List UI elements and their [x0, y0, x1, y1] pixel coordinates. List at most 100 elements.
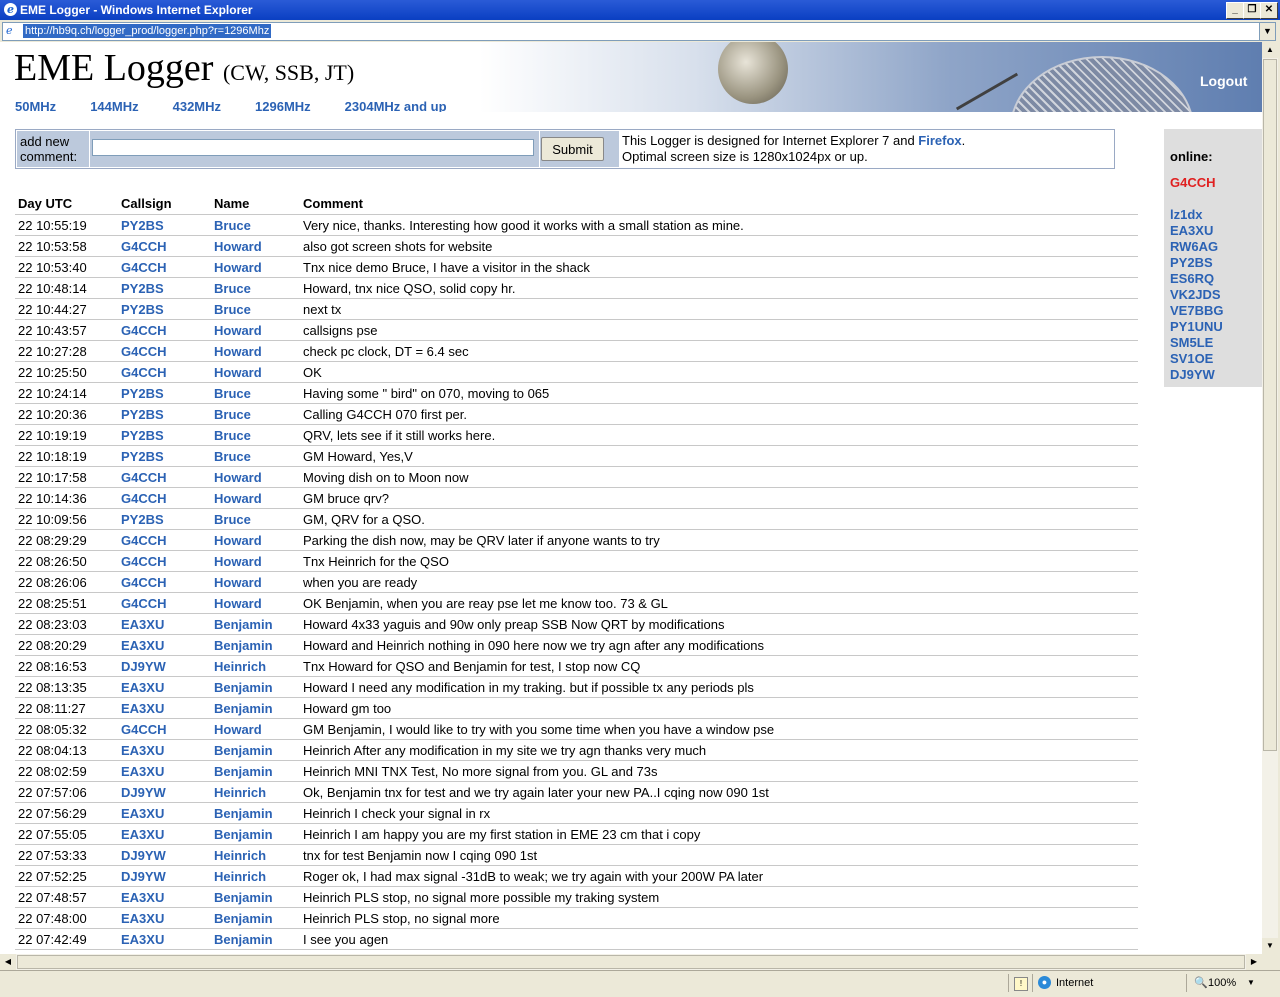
horizontal-scrollbar[interactable]: ◀ ▶ [0, 954, 1262, 970]
log-callsign-link[interactable]: EA3XU [118, 613, 211, 635]
log-callsign-link[interactable]: G4CCH [118, 256, 211, 278]
online-user-link[interactable]: RW6AG [1170, 239, 1223, 255]
log-name-link[interactable]: Benjamin [211, 739, 300, 761]
log-callsign-link[interactable]: G4CCH [118, 361, 211, 383]
log-name-link[interactable]: Howard [211, 529, 300, 551]
log-callsign-link[interactable]: DJ9YW [118, 781, 211, 803]
log-name-link[interactable]: Howard [211, 319, 300, 341]
log-callsign-link[interactable]: EA3XU [118, 739, 211, 761]
log-name-link[interactable]: Howard [211, 340, 300, 362]
log-callsign-link[interactable]: G4CCH [118, 466, 211, 488]
log-callsign-link[interactable]: DJ9YW [118, 844, 211, 866]
log-name-link[interactable]: Benjamin [211, 886, 300, 908]
online-user-link[interactable]: ES6RQ [1170, 271, 1223, 287]
zoom-level[interactable]: 100% [1208, 977, 1236, 989]
band-link-144mhz[interactable]: 144MHz [90, 99, 138, 112]
address-url[interactable]: http://hb9q.ch/logger_prod/logger.php?r=… [23, 24, 272, 38]
firefox-link[interactable]: Firefox [918, 133, 961, 148]
log-name-link[interactable]: Howard [211, 361, 300, 383]
log-callsign-link[interactable]: G4CCH [118, 571, 211, 593]
log-callsign-link[interactable]: EA3XU [118, 823, 211, 845]
log-callsign-link[interactable]: G4CCH [118, 718, 211, 740]
log-name-link[interactable]: Bruce [211, 424, 300, 446]
log-callsign-link[interactable]: G4CCH [118, 487, 211, 509]
log-callsign-link[interactable]: PY2BS [118, 403, 211, 425]
log-callsign-link[interactable]: DJ9YW [118, 865, 211, 887]
log-callsign-link[interactable]: G4CCH [118, 235, 211, 257]
band-link-1296mhz[interactable]: 1296MHz [255, 99, 311, 112]
online-user-link[interactable]: EA3XU [1170, 223, 1223, 239]
log-name-link[interactable]: Howard [211, 718, 300, 740]
scroll-down-icon[interactable]: ▼ [1262, 938, 1278, 954]
online-user-link[interactable]: SV1OE [1170, 351, 1223, 367]
band-link-432mhz[interactable]: 432MHz [173, 99, 221, 112]
log-name-link[interactable]: Howard [211, 235, 300, 257]
log-callsign-link[interactable]: G4CCH [118, 340, 211, 362]
log-callsign-link[interactable]: EA3XU [118, 697, 211, 719]
log-name-link[interactable]: Howard [211, 466, 300, 488]
logout-link[interactable]: Logout [1200, 73, 1247, 89]
log-name-link[interactable]: Heinrich [211, 781, 300, 803]
log-callsign-link[interactable]: EA3XU [118, 928, 211, 950]
log-callsign-link[interactable]: EA3XU [118, 634, 211, 656]
vertical-scrollbar[interactable]: ▲ ▼ [1262, 42, 1278, 954]
vertical-scroll-thumb[interactable] [1263, 59, 1277, 751]
online-user-link[interactable]: PY1UNU [1170, 319, 1223, 335]
scroll-up-icon[interactable]: ▲ [1262, 42, 1278, 58]
log-callsign-link[interactable]: PY2BS [118, 508, 211, 530]
log-callsign-link[interactable]: PY2BS [118, 382, 211, 404]
log-name-link[interactable]: Bruce [211, 277, 300, 299]
restore-button[interactable]: ❐ [1243, 2, 1261, 19]
log-name-link[interactable]: Benjamin [211, 760, 300, 782]
scroll-right-icon[interactable]: ▶ [1246, 954, 1262, 970]
log-callsign-link[interactable]: EA3XU [118, 760, 211, 782]
log-name-link[interactable]: Benjamin [211, 697, 300, 719]
scroll-left-icon[interactable]: ◀ [0, 954, 16, 970]
log-name-link[interactable]: Benjamin [211, 928, 300, 950]
log-name-link[interactable]: Benjamin [211, 676, 300, 698]
online-user-link[interactable]: SM5LE [1170, 335, 1223, 351]
log-callsign-link[interactable]: PY2BS [118, 445, 211, 467]
log-name-link[interactable]: Benjamin [211, 802, 300, 824]
log-name-link[interactable]: Howard [211, 487, 300, 509]
log-callsign-link[interactable]: PY2BS [118, 277, 211, 299]
log-name-link[interactable]: Heinrich [211, 865, 300, 887]
online-user-link[interactable]: VE7BBG [1170, 303, 1223, 319]
log-callsign-link[interactable]: PY2BS [118, 424, 211, 446]
window-title-bar[interactable]: e EME Logger - Windows Internet Explorer… [0, 0, 1280, 20]
submit-button[interactable]: Submit [541, 137, 604, 161]
log-name-link[interactable]: Benjamin [211, 634, 300, 656]
log-name-link[interactable]: Howard [211, 550, 300, 572]
log-name-link[interactable]: Bruce [211, 508, 300, 530]
online-user-link[interactable]: lz1dx [1170, 207, 1223, 223]
log-callsign-link[interactable]: DJ9YW [118, 655, 211, 677]
log-name-link[interactable]: Heinrich [211, 655, 300, 677]
zoom-dropdown-icon[interactable]: ▼ [1247, 978, 1255, 987]
zoom-icon[interactable]: 🔍 [1194, 976, 1208, 989]
log-name-link[interactable]: Howard [211, 571, 300, 593]
band-link-2304mhz-up[interactable]: 2304MHz and up [345, 99, 447, 112]
online-user-link[interactable]: DJ9YW [1170, 367, 1223, 383]
log-name-link[interactable]: Heinrich [211, 844, 300, 866]
online-user-link[interactable]: VK2JDS [1170, 287, 1223, 303]
log-name-link[interactable]: Bruce [211, 214, 300, 236]
log-name-link[interactable]: Howard [211, 592, 300, 614]
log-callsign-link[interactable]: EA3XU [118, 676, 211, 698]
log-callsign-link[interactable]: G4CCH [118, 529, 211, 551]
log-name-link[interactable]: Bruce [211, 298, 300, 320]
address-dropdown-icon[interactable]: ▼ [1259, 23, 1275, 40]
log-name-link[interactable]: Bruce [211, 403, 300, 425]
log-callsign-link[interactable]: PY2BS [118, 214, 211, 236]
log-callsign-link[interactable]: G4CCH [118, 592, 211, 614]
log-name-link[interactable]: Bruce [211, 382, 300, 404]
log-name-link[interactable]: Benjamin [211, 907, 300, 929]
online-user-link[interactable]: PY2BS [1170, 255, 1223, 271]
horizontal-scroll-thumb[interactable] [17, 955, 1245, 969]
log-callsign-link[interactable]: G4CCH [118, 319, 211, 341]
log-callsign-link[interactable]: PY2BS [118, 298, 211, 320]
log-callsign-link[interactable]: EA3XU [118, 802, 211, 824]
log-name-link[interactable]: Benjamin [211, 823, 300, 845]
log-name-link[interactable]: Howard [211, 256, 300, 278]
log-name-link[interactable]: Benjamin [211, 613, 300, 635]
log-callsign-link[interactable]: G4CCH [118, 550, 211, 572]
